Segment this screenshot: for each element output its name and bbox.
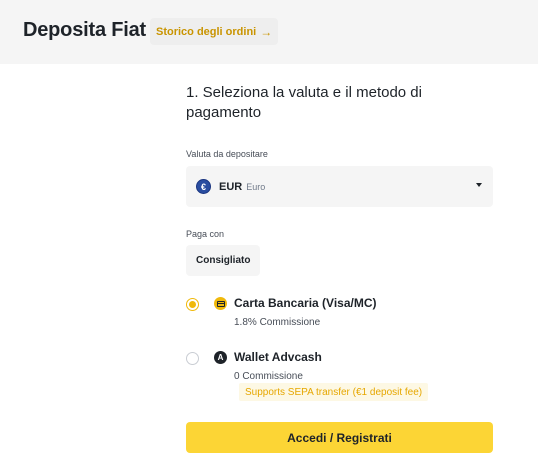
step-title: 1. Seleziona la valuta e il metodo di pa… <box>186 84 422 121</box>
card-icon <box>214 297 227 310</box>
order-history-link[interactable]: Storico degli ordini → <box>150 18 279 45</box>
sepa-badge: Supports SEPA transfer (€1 deposit fee) <box>239 383 429 401</box>
currency-name: Euro <box>246 181 266 192</box>
caret-down-icon <box>476 183 482 187</box>
pay-with-label: Paga con <box>186 229 225 239</box>
method-fee-advcash: 0 Commissione <box>234 371 303 382</box>
method-name-card: Carta Bancaria (Visa/MC) <box>234 296 377 310</box>
currency-code: EUR <box>219 180 243 193</box>
login-register-button[interactable]: Accedi / Registrati <box>186 422 493 453</box>
euro-icon: € <box>196 179 211 194</box>
order-history-label: Storico degli ordini <box>156 25 257 38</box>
radio-advcash[interactable] <box>186 352 199 365</box>
method-fee-card: 1.8% Commissione <box>234 317 321 328</box>
tab-recommended[interactable]: Consigliato <box>186 245 261 276</box>
page-title: Deposita Fiat <box>23 19 146 41</box>
currency-label: Valuta da depositare <box>186 149 268 159</box>
method-name-advcash: Wallet Advcash <box>234 350 322 364</box>
radio-card[interactable] <box>186 298 199 311</box>
currency-select[interactable]: € EUR Euro <box>186 166 493 207</box>
advcash-icon: A <box>214 351 227 364</box>
payment-method-card[interactable]: Carta Bancaria (Visa/MC) 1.8% Commission… <box>186 296 493 336</box>
arrow-right-icon: → <box>260 24 273 39</box>
page-header: Deposita Fiat Storico degli ordini → <box>0 0 538 64</box>
